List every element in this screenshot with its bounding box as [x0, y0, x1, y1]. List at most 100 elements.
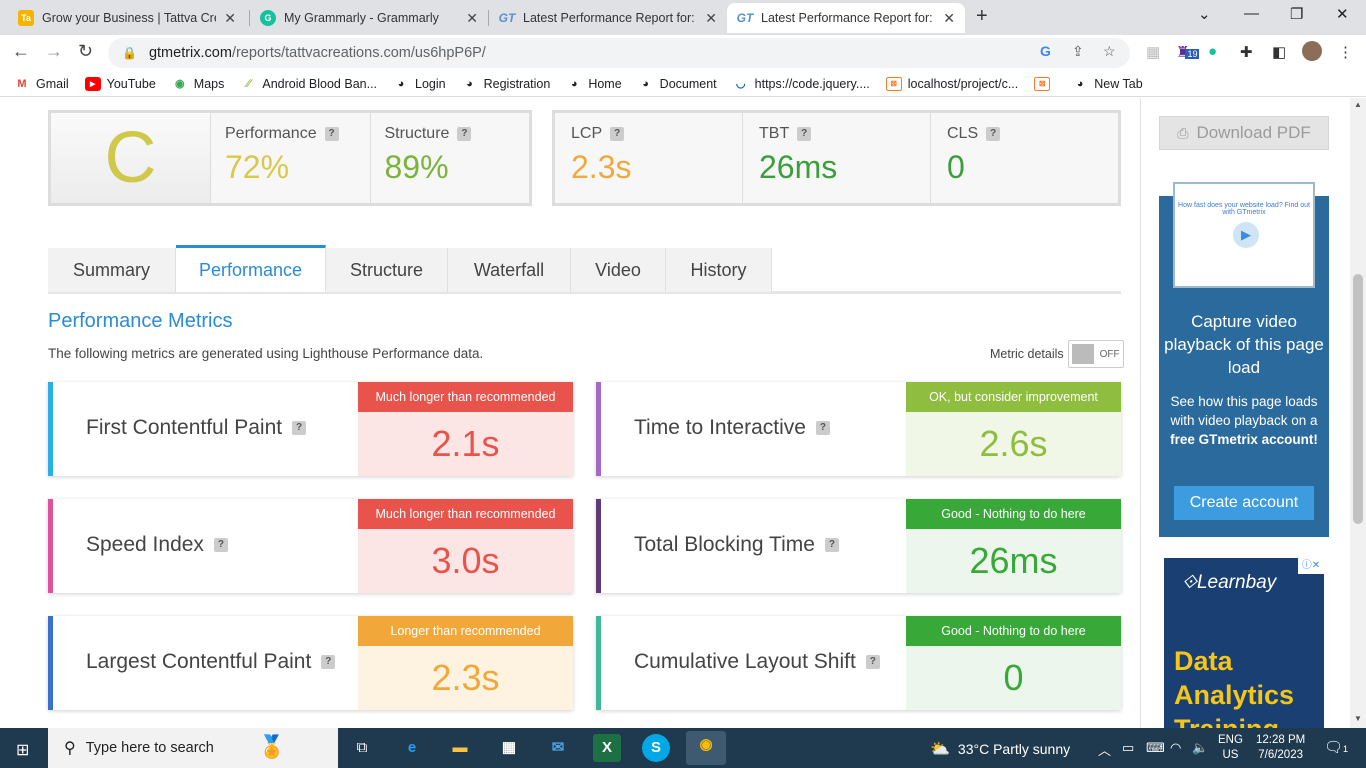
scroll-up-icon[interactable]: ▲ [1354, 100, 1362, 109]
scrollbar-thumb[interactable] [1353, 274, 1363, 524]
bookmark-youtube[interactable]: ▶ YouTube [84, 76, 156, 91]
side-panel-icon[interactable]: ◧ [1272, 43, 1286, 61]
close-window-icon[interactable]: ✕ [1336, 5, 1349, 23]
close-tab-icon[interactable]: ✕ [943, 10, 955, 27]
weather-widget[interactable]: ⛅ 33°C Partly sunny [930, 739, 1070, 759]
grammarly-extension-icon[interactable]: ● [1208, 43, 1217, 60]
ad-close-icon[interactable]: ⓘ✕ [1298, 558, 1324, 574]
metric-details-toggle[interactable]: OFF [1067, 340, 1124, 368]
tab-performance[interactable]: Performance [176, 245, 326, 292]
help-icon[interactable]: ? [321, 655, 336, 669]
page-scrollbar[interactable]: ▲ ▼ [1350, 98, 1366, 728]
task-view-icon[interactable]: ⧉ [348, 734, 376, 762]
mail-icon[interactable]: ✉ [544, 734, 572, 762]
browser-tab-grammarly[interactable]: G My Grammarly - Grammarly ✕ [250, 3, 488, 33]
extension-badge-icon[interactable]: ♜19 [1176, 43, 1200, 61]
browser-tab-gtmetrix-active[interactable]: GT Latest Performance Report for: ht ✕ [727, 3, 965, 33]
notification-count: 1 [1343, 744, 1349, 754]
bookmark-registration[interactable]: ◕ Registration [462, 77, 550, 91]
puzzle-icon[interactable]: ✚ [1240, 43, 1253, 61]
wifi-icon[interactable]: ◠ [1170, 740, 1181, 756]
bookmark-home[interactable]: ◕ Home [566, 77, 622, 91]
browser-tab-gtmetrix-1[interactable]: GT Latest Performance Report for: ht ✕ [489, 3, 727, 33]
forward-icon[interactable]: → [45, 41, 63, 62]
help-icon[interactable]: ? [797, 127, 812, 141]
menu-icon[interactable]: ⋮ [1338, 43, 1353, 61]
tab-search-icon[interactable]: ⌄ [1198, 5, 1211, 23]
download-pdf-label: Download PDF [1196, 123, 1311, 142]
bookmark-star-icon[interactable]: ☆ [1103, 43, 1116, 60]
close-tab-icon[interactable]: ✕ [224, 10, 236, 27]
metric-card-speed-index: Speed Index? Much longer than recommende… [48, 499, 573, 593]
extension-grid-icon[interactable]: ▦ [1146, 43, 1160, 61]
help-icon[interactable]: ? [986, 127, 1001, 141]
tab-history[interactable]: History [666, 248, 772, 292]
tab-waterfall[interactable]: Waterfall [448, 248, 571, 292]
bookmark-document[interactable]: ◕ Document [638, 77, 716, 91]
tray-expand-icon[interactable]: ︿ [1098, 740, 1111, 759]
globe-icon: ◕ [1076, 77, 1084, 90]
promo-text-regular: See how this page loads with video playb… [1170, 394, 1318, 428]
promo-video-thumbnail[interactable]: How fast does your website load? Find ou… [1173, 182, 1315, 288]
battery-icon[interactable]: ▭ [1122, 740, 1134, 756]
new-tab-button[interactable]: + [976, 5, 988, 28]
file-explorer-icon[interactable]: ▬ [446, 734, 474, 762]
ad-logo: ⟐Learnbay [1182, 572, 1276, 594]
close-tab-icon[interactable]: ✕ [466, 10, 478, 27]
volume-icon[interactable]: 🔈 [1192, 740, 1208, 756]
bookmark-login[interactable]: ◕ Login [393, 77, 446, 91]
maximize-icon[interactable]: ❐ [1290, 5, 1303, 23]
toggle-state: OFF [1099, 348, 1120, 360]
tab-structure[interactable]: Structure [326, 248, 448, 292]
excel-icon[interactable]: X [593, 734, 621, 762]
help-icon[interactable]: ? [457, 127, 472, 141]
input-method-icon[interactable]: ⌨ [1146, 740, 1165, 756]
taskbar-search[interactable]: ⚲ Type here to search 🏅 [48, 728, 338, 768]
help-icon[interactable]: ? [610, 127, 625, 141]
bookmark-label: YouTube [106, 76, 156, 91]
microsoft-store-icon[interactable]: ▦ [495, 734, 523, 762]
help-icon[interactable]: ? [213, 538, 228, 552]
address-bar[interactable]: 🔒 gtmetrix.com/reports/tattvacreations.c… [108, 38, 1130, 68]
bookmark-label: https://code.jquery.... [754, 76, 870, 91]
bookmark-xampp[interactable]: ⊠ [1034, 76, 1056, 91]
scroll-down-icon[interactable]: ▼ [1354, 714, 1362, 723]
help-icon[interactable]: ? [292, 421, 307, 435]
close-tab-icon[interactable]: ✕ [705, 10, 717, 27]
system-clock[interactable]: 12:28 PM 7/6/2023 [1256, 733, 1305, 763]
chrome-icon[interactable]: ◉ [686, 731, 726, 765]
minimize-icon[interactable]: — [1244, 5, 1259, 22]
bookmark-android-blood-bank[interactable]: ∕∕ Android Blood Ban... [240, 77, 378, 91]
tab-video[interactable]: Video [571, 248, 666, 292]
skype-icon[interactable]: S [642, 734, 670, 762]
bookmark-new-tab[interactable]: ◕ New Tab [1072, 77, 1143, 91]
help-icon[interactable]: ? [865, 655, 880, 669]
create-account-button[interactable]: Create account [1174, 486, 1314, 520]
help-icon[interactable]: ? [324, 127, 339, 141]
advertisement[interactable]: ⓘ✕ ⟐Learnbay Data Analytics Training [1164, 558, 1324, 728]
share-icon[interactable]: ⇪ [1072, 43, 1084, 60]
download-pdf-button[interactable]: ⎙ Download PDF [1159, 116, 1329, 150]
bookmark-maps[interactable]: ◉ Maps [172, 77, 224, 91]
browser-tab-title: Latest Performance Report for: ht [523, 11, 698, 25]
content-divider [1140, 98, 1141, 728]
bookmark-label: localhost/project/c... [907, 76, 1019, 91]
tab-summary[interactable]: Summary [48, 248, 176, 292]
bookmarks-bar: M Gmail ▶ YouTube ◉ Maps ∕∕ Android Blood Ba… [0, 71, 1366, 97]
profile-avatar[interactable] [1302, 41, 1322, 61]
help-icon[interactable]: ? [824, 538, 839, 552]
windows-start-icon[interactable]: ⊞ [16, 740, 29, 760]
structure-value: 89% [384, 149, 449, 185]
browser-tab-tattva[interactable]: Ta Grow your Business | Tattva Creat ✕ [8, 3, 246, 33]
bookmark-gmail[interactable]: M Gmail [14, 77, 68, 91]
bookmark-jquery[interactable]: ◡ https://code.jquery.... [733, 77, 870, 91]
google-lens-icon[interactable]: G [1040, 43, 1051, 59]
edge-icon[interactable]: e [398, 734, 426, 762]
back-icon[interactable]: ← [12, 41, 30, 62]
gmail-icon: M [17, 77, 27, 90]
reload-icon[interactable]: ↻ [78, 41, 93, 62]
bookmark-localhost[interactable]: ⊠ localhost/project/c... [885, 76, 1019, 91]
language-indicator[interactable]: ENG US [1218, 733, 1243, 763]
notification-center-icon[interactable]: 🗨1 [1324, 738, 1348, 756]
help-icon[interactable]: ? [815, 421, 830, 435]
